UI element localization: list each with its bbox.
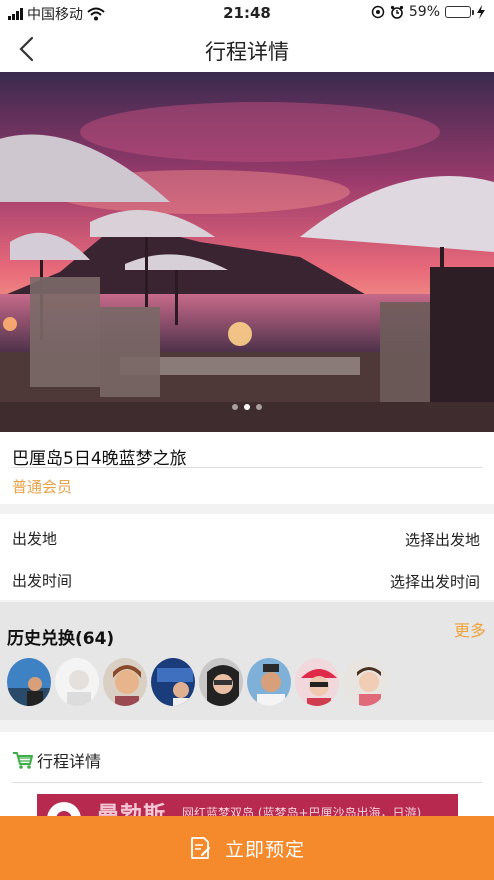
hero-carousel[interactable]: [0, 72, 494, 432]
carousel-dots: [0, 404, 494, 410]
trip-name: 巴厘岛5日4晚蓝梦之旅: [12, 449, 187, 469]
avatar[interactable]: [5, 656, 53, 708]
details-title: 行程详情: [37, 752, 102, 771]
history-title: 历史兑换(64): [7, 629, 115, 649]
alarm-icon: [390, 5, 403, 19]
avatar[interactable]: [245, 656, 293, 708]
more-link[interactable]: 更多: [454, 617, 486, 641]
battery-icon: [445, 6, 474, 18]
avatar[interactable]: [293, 656, 341, 708]
departure-time-row[interactable]: 出发时间 选择出发时间: [0, 558, 494, 598]
member-level: 普通会员: [12, 478, 73, 496]
departure-place-label: 出发地: [12, 530, 58, 548]
trip-info: 巴厘岛5日4晚蓝梦之旅 普通会员: [0, 432, 494, 504]
book-now-button[interactable]: 立即预定: [0, 816, 494, 880]
avatar[interactable]: [149, 656, 197, 708]
shopping-cart-icon: [13, 752, 33, 769]
carousel-dot[interactable]: [232, 404, 238, 410]
edit-note-icon: [191, 837, 211, 859]
departure-section: 出发地 选择出发地 出发时间 选择出发时间: [0, 514, 494, 600]
avatar-list: [5, 656, 389, 708]
avatar[interactable]: [53, 656, 101, 708]
departure-time-select[interactable]: 选择出发时间: [390, 571, 480, 592]
charging-icon: [477, 5, 485, 19]
departure-place-row[interactable]: 出发地 选择出发地: [0, 516, 494, 556]
carousel-dot[interactable]: [244, 404, 250, 410]
location-lock-icon: [371, 5, 385, 19]
book-now-label: 立即预定: [224, 838, 305, 861]
carousel-dot[interactable]: [256, 404, 262, 410]
divider: [12, 782, 482, 783]
avatar[interactable]: [101, 656, 149, 708]
status-bar: 中国移动 21:48 59%: [0, 0, 494, 26]
nav-bar: 行程详情: [0, 26, 494, 72]
departure-place-select[interactable]: 选择出发地: [405, 529, 480, 550]
exchange-history: 历史兑换(64) 更多: [0, 602, 494, 720]
departure-time-label: 出发时间: [12, 572, 73, 590]
avatar[interactable]: [341, 656, 389, 708]
page-title: 行程详情: [205, 40, 289, 64]
avatar[interactable]: [197, 656, 245, 708]
divider: [12, 467, 482, 468]
beach-sunset-photo: [0, 72, 494, 432]
battery-percent: 59%: [408, 4, 440, 20]
